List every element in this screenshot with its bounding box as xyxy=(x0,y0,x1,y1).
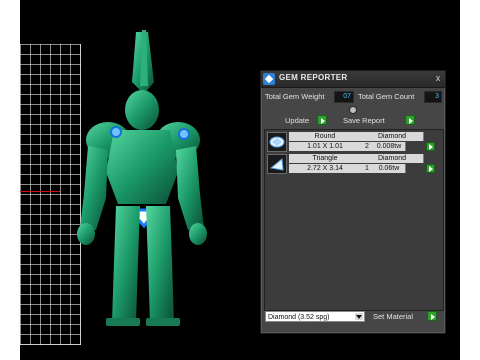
gem-weight-cell: 0.06tw xyxy=(373,164,406,173)
gem-reporter-panel: GEM REPORTER x Total Gem Weight 07 Total… xyxy=(260,70,446,334)
gem-size-cell: 1.01 X 1.01 xyxy=(289,142,362,151)
total-weight-label: Total Gem Weight xyxy=(265,92,325,101)
update-label: Update xyxy=(285,116,310,125)
panel-title: GEM REPORTER xyxy=(279,73,348,82)
gem-app-icon xyxy=(263,73,275,85)
gem-material-cell: Diamond xyxy=(361,132,424,141)
3d-viewport[interactable]: GEM REPORTER x Total Gem Weight 07 Total… xyxy=(20,0,460,360)
action-row: Update Save Report xyxy=(261,115,445,127)
update-arrow-icon xyxy=(317,115,327,125)
total-weight-value: 07 xyxy=(334,91,354,103)
x-axis-line xyxy=(20,191,60,192)
material-select[interactable]: Diamond (3.52 spg) xyxy=(265,311,365,322)
total-count-label: Total Gem Count xyxy=(358,92,415,101)
gem-stats-row: Total Gem Weight 07 Total Gem Count 3 xyxy=(264,91,442,103)
save-report-arrow-icon xyxy=(405,115,415,125)
set-material-arrow-icon xyxy=(427,311,437,321)
total-count-value: 3 xyxy=(424,91,442,103)
gem-weight-cell: 0.008tw xyxy=(373,142,406,151)
gem-row-arrow-icon[interactable] xyxy=(426,164,435,173)
gem-size-cell: 2.72 X 3.14 xyxy=(289,164,362,173)
material-select-value: Diamond (3.52 spg) xyxy=(268,314,330,321)
gem-row[interactable]: Round Diamond 1.01 X 1.01 2 0.008tw xyxy=(267,132,439,152)
set-material-button[interactable]: Set Material xyxy=(373,311,439,323)
gem-list: Round Diamond 1.01 X 1.01 2 0.008tw Tria… xyxy=(264,129,444,311)
armored-figure-model[interactable] xyxy=(56,22,236,332)
gem-material-cell: Diamond xyxy=(361,154,424,163)
round-gem-icon xyxy=(267,132,287,152)
material-row: Diamond (3.52 spg) Set Material xyxy=(265,311,441,323)
gem-row-arrow-icon[interactable] xyxy=(426,142,435,151)
save-report-button[interactable]: Save Report xyxy=(343,115,423,127)
gem-shape-cell: Triangle xyxy=(289,154,362,163)
close-icon[interactable]: x xyxy=(433,73,443,83)
gem-shape-cell: Round xyxy=(289,132,362,141)
save-report-label: Save Report xyxy=(343,116,385,125)
chevron-down-icon xyxy=(355,313,363,320)
triangle-gem-icon xyxy=(267,154,287,174)
update-button[interactable]: Update xyxy=(285,115,333,127)
panel-titlebar[interactable]: GEM REPORTER x xyxy=(261,71,445,88)
gem-row[interactable]: Triangle Diamond 2.72 X 3.14 1 0.06tw xyxy=(267,154,439,174)
panel-resize-knob[interactable] xyxy=(349,106,357,114)
set-material-label: Set Material xyxy=(373,312,414,321)
